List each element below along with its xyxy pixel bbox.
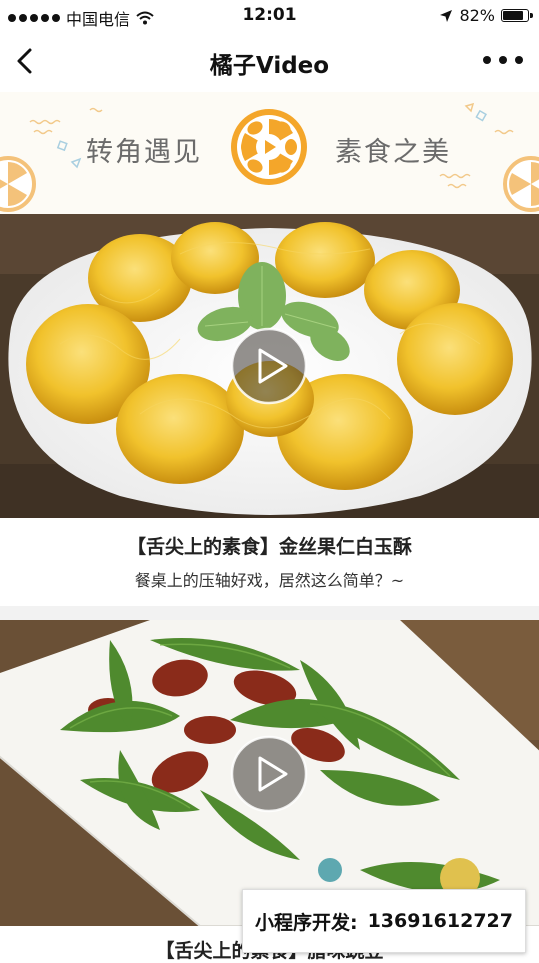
location-arrow-icon — [440, 9, 453, 22]
more-dot — [515, 56, 523, 64]
video-thumbnail[interactable] — [0, 214, 539, 518]
play-button-icon[interactable] — [229, 734, 309, 814]
card-separator — [0, 606, 539, 620]
header-banner: 转角遇见 素食之美 — [0, 92, 539, 214]
contact-label: 小程序开发: — [254, 911, 358, 934]
more-dot — [483, 56, 491, 64]
battery-icon — [501, 9, 533, 22]
more-options-button[interactable] — [483, 50, 523, 70]
battery-level-fill — [503, 11, 523, 20]
banner-left-text: 转角遇见 — [86, 137, 202, 168]
status-right: 82% — [439, 6, 533, 25]
more-dot — [499, 56, 507, 64]
video-description: 餐桌上的压轴好戏，居然这么简单？~ — [134, 571, 405, 590]
video-card[interactable]: 【舌尖上的素食】金丝果仁白玉酥 餐桌上的压轴好戏，居然这么简单？~ — [0, 214, 539, 606]
video-title[interactable]: 【舌尖上的素食】金丝果仁白玉酥 — [0, 532, 539, 559]
battery-percent: 82% — [459, 6, 495, 25]
orange-slice-icon — [503, 156, 539, 212]
banner-right-text: 素食之美 — [335, 137, 451, 168]
page-title: 橘子Video — [209, 53, 330, 79]
orange-slice-icon — [0, 156, 36, 212]
video-thumbnail[interactable] — [0, 620, 539, 926]
contact-phone[interactable]: 13691612727 — [368, 910, 513, 932]
play-button-icon[interactable] — [229, 326, 309, 406]
nav-bar: 橘子Video — [0, 30, 539, 92]
status-bar: 中国电信 12:01 82% — [0, 0, 539, 30]
orange-play-logo-icon — [231, 109, 307, 185]
contact-badge[interactable]: 小程序开发: 13691612727 — [242, 889, 526, 953]
